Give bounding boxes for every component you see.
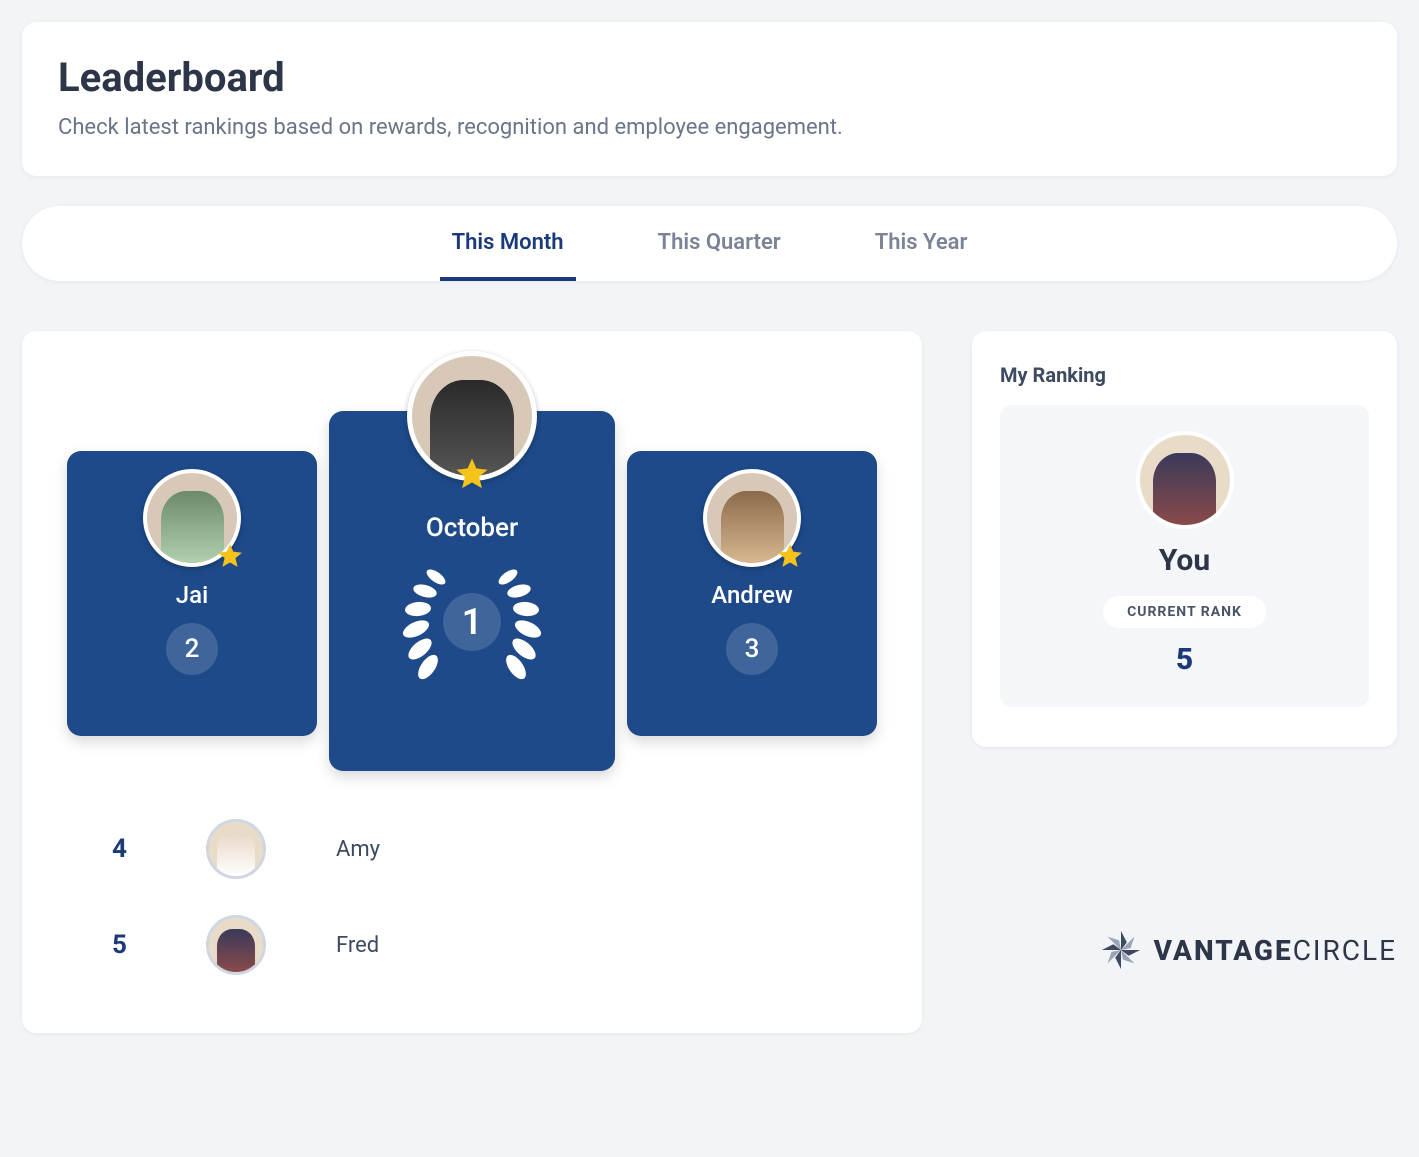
list-item[interactable]: 4 Amy bbox=[112, 801, 892, 897]
my-rank-value: 5 bbox=[1016, 642, 1353, 677]
podium-rank-badge: 2 bbox=[166, 623, 218, 675]
star-icon bbox=[777, 543, 803, 569]
avatar bbox=[206, 819, 266, 879]
star-icon bbox=[455, 457, 489, 491]
tab-this-month[interactable]: This Month bbox=[440, 206, 576, 281]
my-ranking-inner: You CURRENT RANK 5 bbox=[1000, 405, 1369, 707]
logo-icon bbox=[1098, 927, 1144, 973]
podium-second[interactable]: Jai 2 bbox=[67, 451, 317, 736]
period-tabs: This Month This Quarter This Year bbox=[22, 206, 1397, 281]
laurel-icon: 1 bbox=[329, 557, 615, 687]
podium-first[interactable]: October bbox=[329, 411, 615, 771]
podium-rank-badge: 3 bbox=[726, 623, 778, 675]
page-subtitle: Check latest rankings based on rewards, … bbox=[58, 115, 1361, 140]
rank-number: 5 bbox=[112, 930, 136, 960]
podium-rank-badge: 1 bbox=[443, 593, 501, 651]
section-title: My Ranking bbox=[1000, 363, 1369, 387]
rank-list: 4 Amy 5 Fred bbox=[52, 801, 892, 993]
podium-name: Andrew bbox=[627, 581, 877, 609]
my-ranking-card: My Ranking You CURRENT RANK 5 bbox=[972, 331, 1397, 747]
star-icon bbox=[217, 543, 243, 569]
podium-name: Jai bbox=[67, 581, 317, 609]
podium: Jai 2 October bbox=[67, 361, 877, 771]
brand-logo: VANTAGECIRCLE bbox=[972, 927, 1397, 973]
avatar-wrap bbox=[407, 419, 537, 481]
avatar-wrap bbox=[703, 469, 801, 567]
rank-name: Amy bbox=[336, 837, 380, 862]
avatar bbox=[1136, 431, 1234, 529]
list-item[interactable]: 5 Fred bbox=[112, 897, 892, 993]
avatar-wrap bbox=[143, 469, 241, 567]
leaderboard-card: Jai 2 October bbox=[22, 331, 922, 1033]
page-title: Leaderboard bbox=[58, 54, 1361, 101]
current-rank-pill: CURRENT RANK bbox=[1103, 596, 1266, 628]
podium-period-label: October bbox=[329, 513, 615, 543]
tab-this-quarter[interactable]: This Quarter bbox=[646, 206, 793, 281]
you-label: You bbox=[1016, 543, 1353, 578]
logo-text: VANTAGECIRCLE bbox=[1154, 934, 1397, 967]
rank-name: Fred bbox=[336, 933, 379, 958]
podium-third[interactable]: Andrew 3 bbox=[627, 451, 877, 736]
rank-number: 4 bbox=[112, 834, 136, 864]
page-header: Leaderboard Check latest rankings based … bbox=[22, 22, 1397, 176]
avatar bbox=[206, 915, 266, 975]
tab-this-year[interactable]: This Year bbox=[863, 206, 980, 281]
